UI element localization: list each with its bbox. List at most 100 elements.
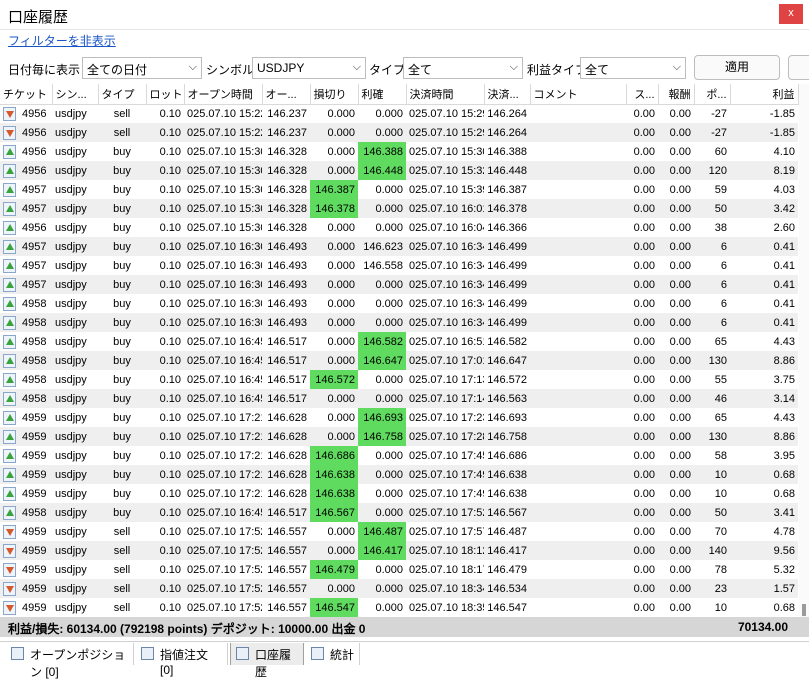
col-symbol-header[interactable]: シン... <box>52 84 99 105</box>
table-row[interactable]: 4959 usdjpy buy 0.10 025.07.10 17:21 146.628 1… <box>0 465 798 484</box>
tp-cell: 146.388 <box>358 142 406 161</box>
tp-cell: 146.623 <box>358 237 406 256</box>
fee-cell: 0.00 <box>669 259 691 272</box>
close-button[interactable]: x <box>779 4 803 24</box>
table-row[interactable]: 4958 usdjpy buy 0.10 025.07.10 16:30 146.493 0… <box>0 294 798 313</box>
col-fee-header[interactable]: 報酬 <box>658 84 695 105</box>
type-cell: sell <box>113 525 131 538</box>
vertical-scrollbar[interactable] <box>799 84 809 620</box>
fee-cell: 0.00 <box>658 541 694 560</box>
comment-cell <box>530 484 626 503</box>
col-close-price-header[interactable]: 決済... <box>484 84 531 105</box>
ticket-cell: 4958 <box>0 389 52 408</box>
table-row[interactable]: 4956 usdjpy sell 0.10 025.07.10 15:22 146.237… <box>0 104 798 123</box>
close-time-cell: 025.07.10 17:28 <box>406 427 484 446</box>
table-row[interactable]: 4959 usdjpy sell 0.10 025.07.10 17:52 146.557… <box>0 579 798 598</box>
col-swap-header[interactable]: ス... <box>626 84 659 105</box>
comment-cell <box>530 370 626 389</box>
open-price-cell: 146.328 <box>262 161 310 180</box>
table-row[interactable]: 4958 usdjpy buy 0.10 025.07.10 16:30 146.493 0… <box>0 313 798 332</box>
table-row[interactable]: 4959 usdjpy sell 0.10 025.07.10 17:52 146.557… <box>0 560 798 579</box>
comment-cell <box>530 408 626 427</box>
col-type-header[interactable]: タイプ <box>98 84 147 105</box>
table-row[interactable]: 4959 usdjpy sell 0.10 025.07.10 17:52 146.557… <box>0 598 798 617</box>
period-select[interactable]: 全ての日付 ⌵ <box>82 57 202 79</box>
comment-cell <box>530 199 626 218</box>
scrollbar-thumb[interactable] <box>802 604 806 616</box>
close-price-cell: 146.378 <box>484 199 530 218</box>
symbol-cell: usdjpy <box>55 297 87 310</box>
table-row[interactable]: 4956 usdjpy sell 0.10 025.07.10 15:22 146.237… <box>0 123 798 142</box>
col-profit-header[interactable]: 利益 <box>730 84 799 105</box>
close-time-cell: 025.07.10 16:51 <box>409 335 484 348</box>
profit-cell: -1.85 <box>730 123 798 142</box>
table-row[interactable]: 4957 usdjpy buy 0.10 025.07.10 16:30 146.493 0… <box>0 256 798 275</box>
col-ticket-header[interactable]: チケット <box>0 84 53 105</box>
col-tp-header[interactable]: 利確 <box>358 84 407 105</box>
col-points-header[interactable]: ポ... <box>694 84 731 105</box>
swap-cell: 0.00 <box>626 427 658 446</box>
extra-button[interactable] <box>788 55 809 80</box>
table-row[interactable]: 4957 usdjpy buy 0.10 025.07.10 15:30 146.328 1… <box>0 199 798 218</box>
tab-statistics[interactable]: 統計 <box>306 643 360 665</box>
table-row[interactable]: 4958 usdjpy buy 0.10 025.07.10 16:45 146.517 0… <box>0 351 798 370</box>
table-row[interactable]: 4957 usdjpy buy 0.10 025.07.10 15:30 146.328 1… <box>0 180 798 199</box>
buy-arrow-icon <box>3 296 16 311</box>
profit-cell: 0.41 <box>730 237 798 256</box>
tab-open-positions[interactable]: オープンポジション [0] <box>6 643 134 679</box>
open-price-cell: 146.328 <box>267 145 307 158</box>
profit-cell: 8.19 <box>730 161 798 180</box>
ticket-cell: 4957 <box>0 237 52 256</box>
table-row[interactable]: 4959 usdjpy sell 0.10 025.07.10 17:52 146.557… <box>0 541 798 560</box>
profit-cell: 8.86 <box>730 351 798 370</box>
col-open-price-header[interactable]: オー... <box>262 84 311 105</box>
table-row[interactable]: 4956 usdjpy buy 0.10 025.07.10 15:30 146.328 0… <box>0 142 798 161</box>
fee-cell: 0.00 <box>669 297 691 310</box>
col-close-time-header[interactable]: 決済時間 <box>406 84 485 105</box>
fee-cell: 0.00 <box>658 123 694 142</box>
tab-account-history[interactable]: 口座履歴 <box>230 643 304 679</box>
col-comment-header[interactable]: コメント <box>530 84 627 105</box>
open-time-cell: 025.07.10 15:22 <box>187 107 262 120</box>
table-row[interactable]: 4958 usdjpy buy 0.10 025.07.10 16:45 146.517 1… <box>0 503 798 522</box>
table-row[interactable]: 4959 usdjpy buy 0.10 025.07.10 17:21 146.628 1… <box>0 484 798 503</box>
comment-cell <box>530 598 626 617</box>
table-row[interactable]: 4957 usdjpy buy 0.10 025.07.10 16:30 146.493 0… <box>0 237 798 256</box>
apply-button[interactable]: 適用 <box>694 55 780 80</box>
close-time-cell: 025.07.10 15:29 <box>409 107 484 120</box>
buy-arrow-icon <box>3 334 16 349</box>
table-row[interactable]: 4959 usdjpy buy 0.10 025.07.10 17:21 146.628 0… <box>0 408 798 427</box>
table-row[interactable]: 4958 usdjpy buy 0.10 025.07.10 16:45 146.517 1… <box>0 370 798 389</box>
type-cell: buy <box>113 487 131 500</box>
table-row[interactable]: 4959 usdjpy buy 0.10 025.07.10 17:21 146.628 0… <box>0 427 798 446</box>
symbol-select[interactable]: USDJPY ⌵ <box>252 57 366 79</box>
table-row[interactable]: 4958 usdjpy buy 0.10 025.07.10 16:45 146.517 0… <box>0 332 798 351</box>
open-price-cell: 146.493 <box>262 237 310 256</box>
comment-cell <box>530 351 626 370</box>
profit-cell: 3.75 <box>773 373 795 386</box>
profit-type-select[interactable]: 全て ⌵ <box>580 57 686 79</box>
bottom-tabs: オープンポジション [0] 指値注文 [0] 口座履歴 統計 <box>0 641 809 679</box>
swap-cell: 0.00 <box>633 487 655 500</box>
table-row[interactable]: 4958 usdjpy buy 0.10 025.07.10 16:45 146.517 0… <box>0 389 798 408</box>
close-price-cell: 146.567 <box>484 503 530 522</box>
table-row[interactable]: 4959 usdjpy sell 0.10 025.07.10 17:52 146.557… <box>0 522 798 541</box>
table-row[interactable]: 4957 usdjpy buy 0.10 025.07.10 16:30 146.493 0… <box>0 275 798 294</box>
ticket-cell: 4959 <box>0 427 52 446</box>
type-select[interactable]: 全て ⌵ <box>403 57 523 79</box>
points-cell: 130 <box>694 351 730 370</box>
hide-filter-link[interactable]: フィルターを非表示 <box>8 32 116 49</box>
col-lot-header[interactable]: ロット <box>146 84 185 105</box>
points-cell: 59 <box>714 183 727 196</box>
table-row[interactable]: 4959 usdjpy buy 0.10 025.07.10 17:21 146.628 1… <box>0 446 798 465</box>
points-cell: 23 <box>694 579 730 598</box>
tab-pending-orders[interactable]: 指値注文 [0] <box>136 643 228 677</box>
symbol-cell: usdjpy <box>55 411 87 424</box>
swap-cell: 0.00 <box>633 449 655 462</box>
col-open-time-header[interactable]: オープン時間 <box>184 84 263 105</box>
table-row[interactable]: 4956 usdjpy buy 0.10 025.07.10 15:30 146.328 0… <box>0 161 798 180</box>
close-time-cell: 025.07.10 17:23 <box>409 411 484 424</box>
col-sl-header[interactable]: 損切り <box>310 84 359 105</box>
swap-cell: 0.00 <box>626 465 658 484</box>
table-row[interactable]: 4956 usdjpy buy 0.10 025.07.10 15:30 146.328 0… <box>0 218 798 237</box>
